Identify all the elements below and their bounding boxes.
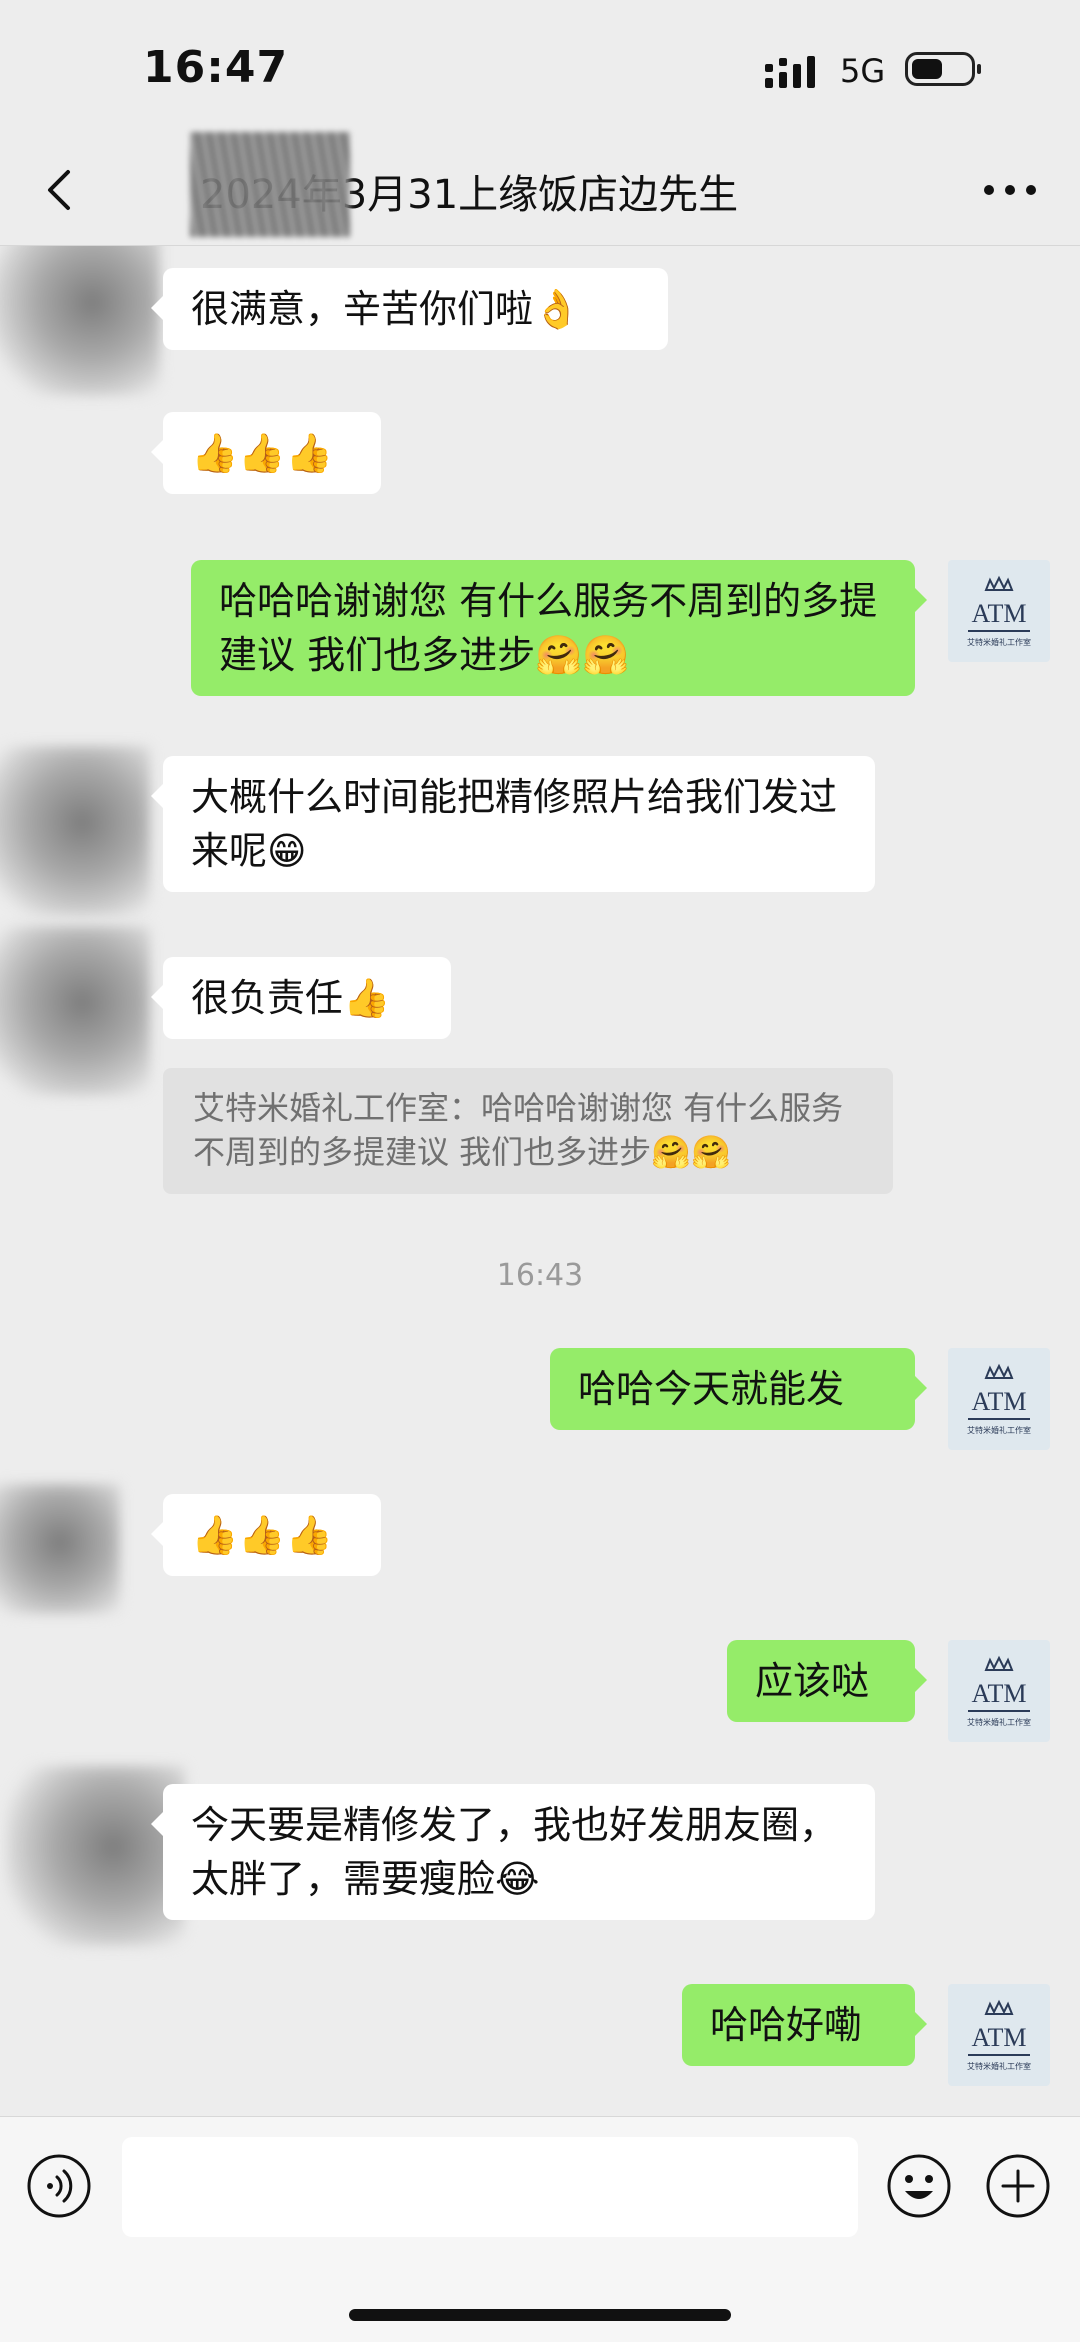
redaction-scribble	[190, 132, 350, 237]
received-message[interactable]: 大概什么时间能把精修照片给我们发过来呢😁	[151, 756, 875, 892]
my-avatar[interactable]: ATM 艾特米婚礼工作室	[948, 1348, 1050, 1450]
message-timestamp: 16:43	[496, 1258, 584, 1293]
sent-message[interactable]: 哈哈好嘞	[682, 1984, 927, 2066]
sender-avatar[interactable]	[0, 246, 160, 396]
sent-message[interactable]: 哈哈哈谢谢您 有什么服务不周到的多提建议 我们也多进步🤗🤗	[191, 560, 927, 696]
atm-logo-icon: ATM 艾特米婚礼工作室	[967, 1363, 1031, 1435]
my-avatar[interactable]: ATM 艾特米婚礼工作室	[948, 1640, 1050, 1742]
my-avatar[interactable]: ATM 艾特米婚礼工作室	[948, 560, 1050, 662]
atm-logo-icon: ATM 艾特米婚礼工作室	[967, 1999, 1031, 2071]
received-message[interactable]: 很满意，辛苦你们啦👌	[151, 268, 668, 350]
received-message[interactable]: 很负责任👍	[151, 957, 451, 1039]
chat-header: 2024年3月31上缘饭店边先生	[0, 132, 1080, 246]
network-label: 5G	[840, 52, 886, 90]
quoted-message[interactable]: 艾特米婚礼工作室：哈哈哈谢谢您 有什么服务不周到的多提建议 我们也多进步🤗🤗	[163, 1068, 893, 1194]
atm-logo-icon: ATM 艾特米婚礼工作室	[967, 575, 1031, 647]
sent-message[interactable]: 应该哒	[727, 1640, 927, 1722]
my-avatar[interactable]: ATM 艾特米婚礼工作室	[948, 1984, 1050, 2086]
back-icon[interactable]	[30, 160, 90, 220]
emoji-icon[interactable]	[886, 2153, 952, 2219]
received-message[interactable]: 👍👍👍	[151, 1494, 381, 1576]
sent-message[interactable]: 哈哈今天就能发	[550, 1348, 927, 1430]
home-indicator[interactable]	[349, 2309, 731, 2321]
status-time: 16:47	[143, 42, 289, 93]
svg-text:ATM: ATM	[972, 2023, 1027, 2052]
status-bar: 16:47 5G	[0, 0, 1080, 140]
message-input[interactable]	[122, 2137, 858, 2237]
svg-text:ATM: ATM	[972, 1679, 1027, 1708]
received-message[interactable]: 👍👍👍	[151, 412, 381, 494]
signal-icon	[765, 56, 815, 88]
svg-text:ATM: ATM	[972, 599, 1027, 628]
plus-icon[interactable]	[985, 2153, 1051, 2219]
svg-text:艾特米婚礼工作室: 艾特米婚礼工作室	[967, 637, 1031, 647]
battery-icon	[905, 52, 981, 86]
svg-text:ATM: ATM	[972, 1387, 1027, 1416]
sender-avatar[interactable]	[5, 1766, 185, 1946]
received-message[interactable]: 今天要是精修发了，我也好发朋友圈，太胖了，需要瘦脸😂	[151, 1784, 875, 1920]
sender-avatar[interactable]	[0, 746, 150, 916]
svg-text:艾特米婚礼工作室: 艾特米婚礼工作室	[967, 2061, 1031, 2071]
svg-text:艾特米婚礼工作室: 艾特米婚礼工作室	[967, 1425, 1031, 1435]
sender-avatar[interactable]	[0, 926, 150, 1096]
chat-area[interactable]: 很满意，辛苦你们啦👌 👍👍👍 哈哈哈谢谢您 有什么服务不周到的多提建议 我们也多…	[0, 246, 1080, 2116]
atm-logo-icon: ATM 艾特米婚礼工作室	[967, 1655, 1031, 1727]
sender-avatar[interactable]	[0, 1484, 120, 1614]
voice-icon[interactable]	[26, 2153, 92, 2219]
svg-text:艾特米婚礼工作室: 艾特米婚礼工作室	[967, 1717, 1031, 1727]
input-bar	[0, 2116, 1080, 2342]
more-icon[interactable]	[975, 170, 1045, 210]
